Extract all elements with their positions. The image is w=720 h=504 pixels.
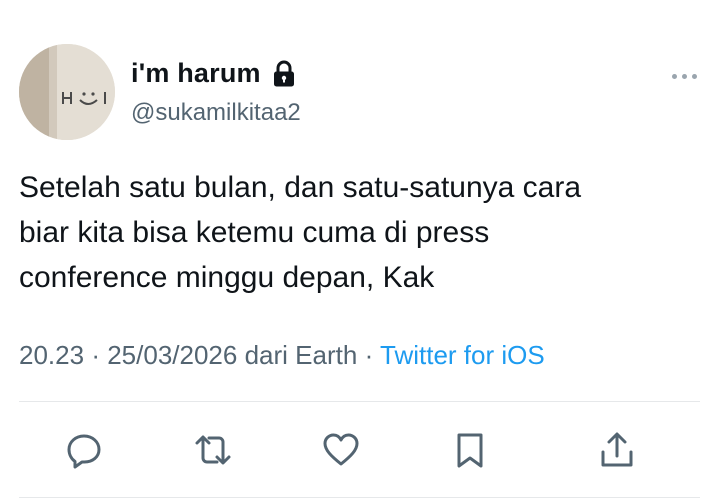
share-button[interactable]	[593, 426, 641, 474]
tweet-date[interactable]: 25/03/2026	[107, 340, 237, 370]
bookmark-button[interactable]	[446, 426, 494, 474]
share-icon	[601, 432, 633, 467]
more-dot	[692, 73, 697, 79]
tweet-time[interactable]: 20.23	[19, 340, 84, 370]
more-options-icon[interactable]	[672, 66, 706, 86]
like-button[interactable]	[317, 426, 365, 474]
like-icon	[323, 433, 359, 466]
tweet-metadata: 20.23 · 25/03/2026 dari Earth · Twitter …	[19, 340, 545, 371]
action-bar	[0, 426, 720, 476]
avatar[interactable]	[19, 44, 115, 140]
retweet-button[interactable]	[189, 426, 237, 474]
tweet-source-link[interactable]: Twitter for iOS	[380, 340, 545, 370]
tweet-text-line: conference minggu depan, Kak	[19, 261, 435, 294]
more-dot	[672, 73, 677, 79]
divider	[19, 401, 700, 402]
lock-icon	[273, 60, 294, 86]
retweet-icon	[195, 435, 231, 465]
reply-button[interactable]	[60, 426, 108, 474]
tweet-text: Setelah satu bulan, dan satu-satunya car…	[19, 165, 699, 300]
meta-separator: ·	[364, 340, 374, 370]
author-display-name[interactable]: i'm harum	[131, 58, 261, 89]
bookmark-icon	[457, 433, 483, 468]
meta-separator: ·	[91, 340, 100, 370]
reply-icon	[67, 434, 101, 469]
divider	[19, 497, 700, 498]
author-handle[interactable]: @sukamilkitaa2	[131, 99, 301, 127]
author-name-row: i'm harum	[131, 58, 297, 89]
avatar-image	[19, 44, 115, 140]
tweet-text-line: Setelah satu bulan, dan satu-satunya car…	[19, 171, 582, 204]
more-dot	[682, 73, 687, 79]
tweet-text-line: biar kita bisa ketemu cuma di press	[19, 216, 490, 249]
tweet-location: dari Earth	[244, 340, 358, 370]
